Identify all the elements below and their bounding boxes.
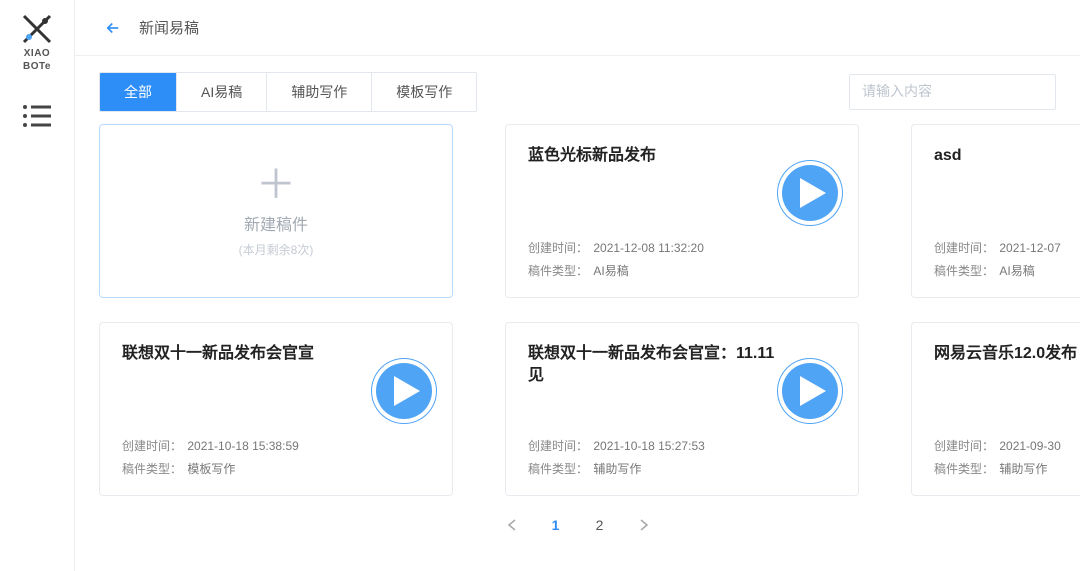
page-next[interactable] [629, 510, 659, 540]
page-2[interactable]: 2 [585, 510, 615, 540]
search-input[interactable] [862, 83, 1043, 99]
pagination: 12 [99, 496, 1056, 544]
card-meta: 创建时间： 2021-12-07 稿件类型： AI易稿 [934, 233, 1061, 279]
sidebar: XIAO BOTe [0, 0, 75, 571]
doc-card[interactable]: 网易云音乐12.0发布创建时间： 2021-09-30 稿件类型： 辅助写作 [911, 322, 1080, 496]
chevron-right-icon [639, 519, 649, 531]
tab-0[interactable]: 全部 [100, 73, 177, 111]
created-row: 创建时间： 2021-09-30 [934, 437, 1061, 454]
play-button[interactable] [372, 359, 436, 423]
card-meta: 创建时间： 2021-10-18 15:38:59 稿件类型： 模板写作 [122, 431, 299, 477]
play-button[interactable] [778, 161, 842, 225]
search-box[interactable] [849, 74, 1056, 110]
brand-text-line2: BOTe [23, 61, 51, 72]
filter-tabs: 全部AI易稿辅助写作模板写作 [99, 72, 477, 112]
brand-logo-icon [20, 12, 54, 46]
back-button[interactable] [99, 14, 127, 42]
doc-card[interactable]: 联想双十一新品发布会官宣创建时间： 2021-10-18 15:38:59 稿件类… [99, 322, 453, 496]
card-grid: ＋ 新建稿件 (本月剩余8次) 蓝色光标新品发布创建时间： 2021-12-08 11… [99, 124, 1056, 496]
play-icon [800, 178, 826, 208]
type-row: 稿件类型： AI易稿 [528, 262, 704, 279]
card-title: 蓝色光标新品发布 [528, 145, 778, 167]
created-row: 创建时间： 2021-10-18 15:27:53 [528, 437, 705, 454]
create-label: 新建稿件 [244, 211, 308, 235]
page-prev[interactable] [497, 510, 527, 540]
content-area: ＋ 新建稿件 (本月剩余8次) 蓝色光标新品发布创建时间： 2021-12-08 11… [75, 120, 1080, 571]
doc-card[interactable]: 蓝色光标新品发布创建时间： 2021-12-08 11:32:20 稿件类型： A… [505, 124, 859, 298]
play-button[interactable] [778, 359, 842, 423]
create-card[interactable]: ＋ 新建稿件 (本月剩余8次) [99, 124, 453, 298]
type-row: 稿件类型： 辅助写作 [528, 460, 705, 477]
main-content: 新闻易稿 全部AI易稿辅助写作模板写作 ＋ 新建稿件 (本月剩余8次) 蓝色光标新品发… [75, 0, 1080, 571]
tab-3[interactable]: 模板写作 [372, 73, 476, 111]
type-row: 稿件类型： 辅助写作 [934, 460, 1061, 477]
card-meta: 创建时间： 2021-09-30 稿件类型： 辅助写作 [934, 431, 1061, 477]
tab-1[interactable]: AI易稿 [177, 73, 267, 111]
play-icon [800, 376, 826, 406]
menu-toggle[interactable] [18, 100, 56, 137]
created-row: 创建时间： 2021-12-08 11:32:20 [528, 239, 704, 256]
toolbar: 全部AI易稿辅助写作模板写作 [75, 56, 1080, 120]
card-meta: 创建时间： 2021-12-08 11:32:20 稿件类型： AI易稿 [528, 233, 704, 279]
type-row: 稿件类型： 模板写作 [122, 460, 299, 477]
plus-icon: ＋ [256, 165, 296, 205]
brand-logo[interactable]: XIAO BOTe [20, 12, 54, 72]
doc-card[interactable]: asd 创建时间： 2021-12-07 稿件类型： AI易稿 [911, 124, 1080, 298]
create-sub: (本月剩余8次) [239, 241, 314, 258]
card-title: 网易云音乐12.0发布 [934, 343, 1080, 365]
card-title: 联想双十一新品发布会官宣：11.11见 [528, 343, 778, 388]
chevron-left-icon [507, 519, 517, 531]
play-icon [394, 376, 420, 406]
created-row: 创建时间： 2021-10-18 15:38:59 [122, 437, 299, 454]
page-header: 新闻易稿 [75, 0, 1080, 56]
page-1[interactable]: 1 [541, 510, 571, 540]
list-icon [22, 104, 52, 128]
breadcrumb: 新闻易稿 [139, 17, 199, 38]
doc-card[interactable]: 联想双十一新品发布会官宣：11.11见创建时间： 2021-10-18 15:2… [505, 322, 859, 496]
created-row: 创建时间： 2021-12-07 [934, 239, 1061, 256]
arrow-left-icon [104, 19, 122, 37]
type-row: 稿件类型： AI易稿 [934, 262, 1061, 279]
tab-2[interactable]: 辅助写作 [267, 73, 372, 111]
brand-text-line1: XIAO [24, 48, 50, 59]
card-title: asd [934, 145, 1080, 167]
card-title: 联想双十一新品发布会官宣 [122, 343, 372, 365]
card-meta: 创建时间： 2021-10-18 15:27:53 稿件类型： 辅助写作 [528, 431, 705, 477]
